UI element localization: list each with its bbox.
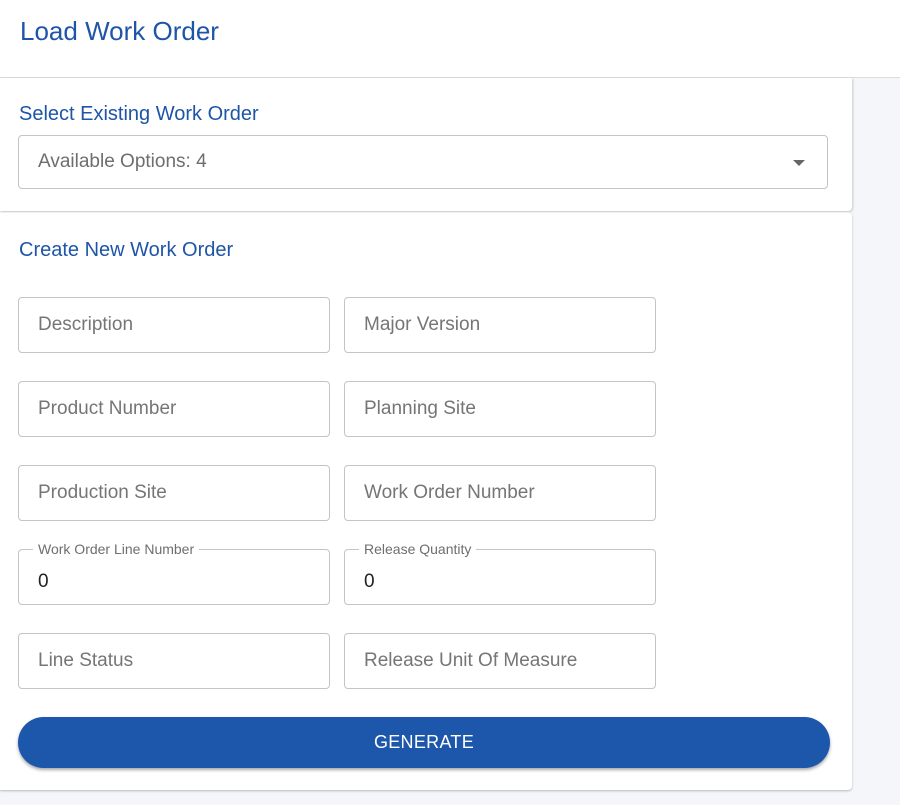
work-order-select[interactable]: Available Options: 4 <box>18 135 828 189</box>
release-quantity-input[interactable] <box>364 562 644 602</box>
description-input[interactable] <box>38 298 318 352</box>
work-order-line-number-label: Work Order Line Number <box>33 541 200 557</box>
create-new-title: Create New Work Order <box>19 239 234 261</box>
create-new-card: Create New Work Order Work Order Line Nu… <box>0 212 852 790</box>
work-order-line-number-input[interactable] <box>38 562 318 602</box>
release-quantity-field[interactable]: Release Quantity <box>344 541 656 605</box>
chevron-down-icon[interactable] <box>793 160 805 166</box>
work-order-line-number-field[interactable]: Work Order Line Number <box>18 541 330 605</box>
production-site-input[interactable] <box>38 466 318 520</box>
select-existing-card: Select Existing Work Order Available Opt… <box>0 78 852 211</box>
planning-site-field[interactable] <box>344 381 656 437</box>
line-status-input[interactable] <box>38 634 318 688</box>
generate-button[interactable]: GENERATE <box>18 717 830 768</box>
production-site-field[interactable] <box>18 465 330 521</box>
release-quantity-label: Release Quantity <box>359 541 477 557</box>
line-status-field[interactable] <box>18 633 330 689</box>
major-version-input[interactable] <box>364 298 644 352</box>
page-title: Load Work Order <box>20 16 219 46</box>
description-field[interactable] <box>18 297 330 353</box>
planning-site-input[interactable] <box>364 382 644 436</box>
release-unit-of-measure-input[interactable] <box>364 634 644 688</box>
page-header: Load Work Order <box>0 0 900 78</box>
product-number-field[interactable] <box>18 381 330 437</box>
product-number-input[interactable] <box>38 382 318 436</box>
release-unit-of-measure-field[interactable] <box>344 633 656 689</box>
work-order-number-input[interactable] <box>364 466 644 520</box>
select-existing-title: Select Existing Work Order <box>19 103 259 125</box>
major-version-field[interactable] <box>344 297 656 353</box>
work-order-number-field[interactable] <box>344 465 656 521</box>
select-value: Available Options: 4 <box>38 151 207 172</box>
